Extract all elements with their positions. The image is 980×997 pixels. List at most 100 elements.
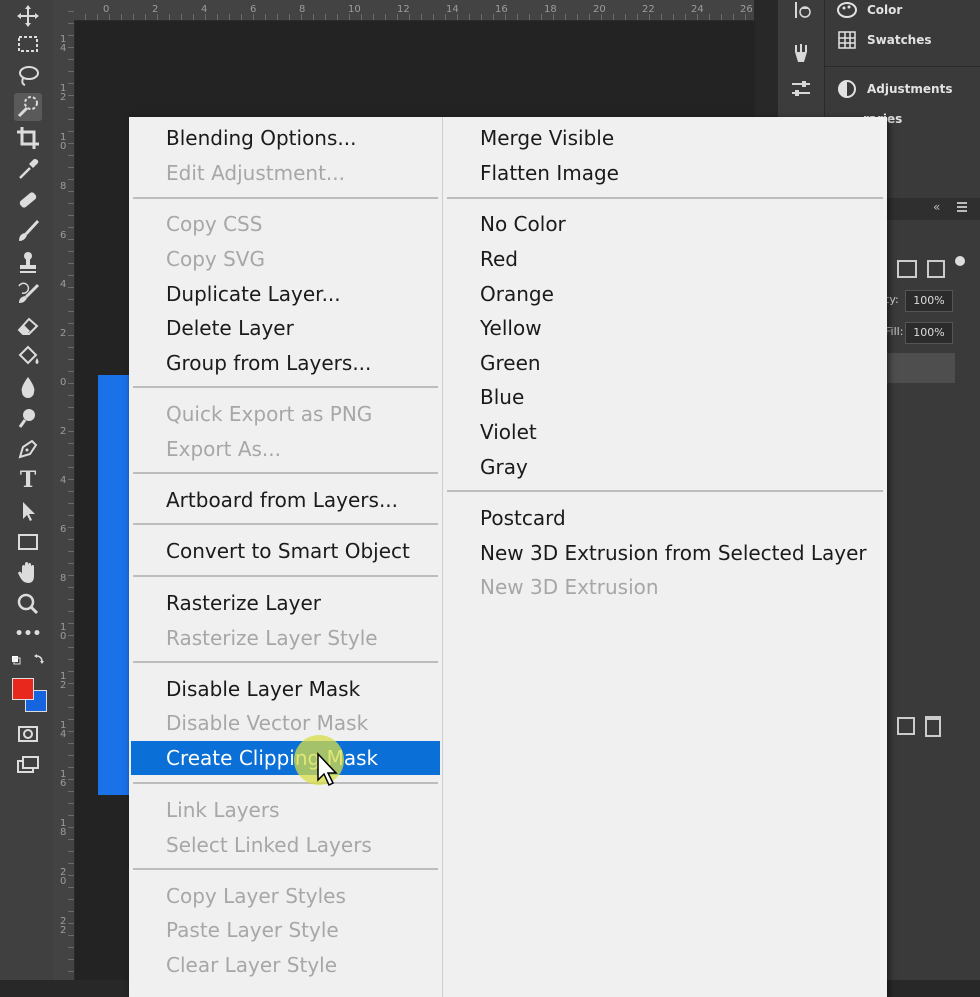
crop-tool-icon[interactable] bbox=[14, 124, 42, 152]
panel-menu-icon[interactable] bbox=[957, 202, 967, 204]
menu-item-violet[interactable]: Violet bbox=[443, 415, 887, 449]
ruler-tick-label: 26 bbox=[740, 4, 753, 15]
brush-tool-icon[interactable] bbox=[14, 217, 42, 245]
menu-item-blending-options[interactable]: Blending Options... bbox=[129, 121, 442, 155]
new-layer-icon[interactable] bbox=[897, 717, 915, 735]
blur-tool-icon[interactable] bbox=[14, 373, 42, 401]
adjustments-icon bbox=[838, 80, 856, 98]
adjustments-panel-label: Adjustments bbox=[867, 82, 953, 96]
menu-item-no-color[interactable]: No Color bbox=[443, 207, 887, 241]
clone-stamp-tool-icon[interactable] bbox=[14, 248, 42, 276]
properties-sliders-icon[interactable] bbox=[790, 78, 812, 100]
menu-item-select-linked-layers: Select Linked Layers bbox=[166, 833, 372, 857]
menu-left-column: Blending Options... Edit Adjustment... C… bbox=[129, 117, 442, 997]
history-icon[interactable] bbox=[790, 0, 812, 22]
menu-item-artboard-from-layers[interactable]: Artboard from Layers... bbox=[129, 483, 442, 517]
menu-item-flatten-image[interactable]: Flatten Image bbox=[443, 156, 887, 190]
ruler-tick-label: 18 bbox=[544, 4, 557, 15]
swap-colors-icon[interactable] bbox=[10, 652, 46, 668]
quick-mask-icon[interactable] bbox=[14, 720, 42, 748]
menu-item-new-3d-extrusion-from-selected-layer[interactable]: New 3D Extrusion from Selected Layer bbox=[443, 536, 887, 570]
ruler-tick-label: 8 bbox=[60, 573, 67, 584]
menu-item-blue[interactable]: Blue bbox=[443, 380, 887, 414]
screen-mode-icon[interactable] bbox=[14, 751, 42, 779]
dodge-tool-icon[interactable] bbox=[14, 404, 42, 432]
paint-bucket-tool-icon[interactable] bbox=[14, 342, 42, 370]
brush-settings-icon[interactable] bbox=[790, 42, 812, 64]
pen-tool-icon[interactable] bbox=[14, 435, 42, 463]
move-tool-icon[interactable] bbox=[14, 2, 42, 30]
ruler-tick-label: 14 bbox=[60, 720, 67, 740]
color-panel-tab[interactable]: Color bbox=[837, 0, 902, 20]
menu-item-green[interactable]: Green bbox=[443, 346, 887, 380]
collapse-panel-icon[interactable]: « bbox=[933, 200, 940, 214]
lasso-tool-icon[interactable] bbox=[14, 62, 42, 90]
menu-item-rasterize-layer[interactable]: Rasterize Layer bbox=[129, 586, 442, 620]
menu-right-column: Merge Visible Flatten Image No Color Red… bbox=[443, 117, 887, 997]
ruler-tick-label: 0 bbox=[60, 377, 67, 388]
history-brush-tool-icon[interactable] bbox=[14, 280, 42, 308]
menu-item-yellow[interactable]: Yellow bbox=[443, 311, 887, 345]
menu-item-merge-visible[interactable]: Merge Visible bbox=[443, 121, 887, 155]
ruler-tick-label: 8 bbox=[299, 4, 306, 15]
quick-selection-tool-icon[interactable] bbox=[14, 93, 42, 121]
menu-separator bbox=[133, 523, 438, 525]
menu-item-paste-layer-style: Paste Layer Style bbox=[166, 918, 339, 942]
menu-separator bbox=[133, 868, 438, 870]
rectangle-tool-icon[interactable] bbox=[14, 528, 42, 556]
menu-item-export-as: Export As... bbox=[166, 437, 281, 461]
more-tools-icon[interactable]: ••• bbox=[14, 620, 42, 648]
menu-separator bbox=[133, 782, 438, 784]
menu-item-postcard[interactable]: Postcard bbox=[443, 501, 887, 535]
ruler-tick-label: 4 bbox=[60, 279, 67, 290]
menu-separator bbox=[133, 386, 438, 388]
zoom-tool-icon[interactable] bbox=[14, 590, 42, 618]
opacity-row: ty: 100% bbox=[885, 290, 980, 312]
menu-separator bbox=[133, 472, 438, 474]
ruler-tick-label: 10 bbox=[348, 4, 361, 15]
menu-item-copy-css: Copy CSS bbox=[166, 212, 263, 236]
fill-input[interactable]: 100% bbox=[905, 322, 953, 344]
adjustments-panel-tab[interactable]: Adjustments bbox=[837, 79, 952, 99]
menu-item-copy-layer-styles: Copy Layer Styles bbox=[166, 884, 346, 908]
tools-panel: T ••• bbox=[0, 0, 55, 980]
eraser-tool-icon[interactable] bbox=[14, 311, 42, 339]
fill-row: Fill: 100% bbox=[885, 322, 980, 344]
ruler-tick-label: 16 bbox=[495, 4, 508, 15]
selected-layer-row[interactable] bbox=[885, 353, 955, 383]
eyedropper-tool-icon[interactable] bbox=[14, 155, 42, 183]
ruler-tick-label: 2 bbox=[60, 328, 67, 339]
blue-layer-shape[interactable] bbox=[98, 375, 130, 795]
ruler-tick-label: 10 bbox=[60, 132, 67, 152]
hand-tool-icon[interactable] bbox=[14, 559, 42, 587]
menu-item-disable-layer-mask[interactable]: Disable Layer Mask bbox=[129, 672, 442, 706]
menu-item-red[interactable]: Red bbox=[443, 242, 887, 276]
menu-item-disable-vector-mask: Disable Vector Mask bbox=[166, 711, 369, 735]
menu-item-gray[interactable]: Gray bbox=[443, 450, 887, 484]
menu-item-create-clipping-mask[interactable]: Create Clipping Mask bbox=[131, 741, 440, 775]
swatches-panel-tab[interactable]: Swatches bbox=[837, 30, 932, 50]
marquee-tool-icon[interactable] bbox=[14, 30, 42, 58]
menu-item-edit-adjustment: Edit Adjustment... bbox=[166, 161, 345, 185]
lock-artboard-icon[interactable] bbox=[897, 260, 917, 278]
path-selection-tool-icon[interactable] bbox=[14, 497, 42, 525]
panel-option-dot-icon[interactable] bbox=[955, 256, 965, 266]
menu-item-orange[interactable]: Orange bbox=[443, 277, 887, 311]
menu-item-rasterize-layer-style: Rasterize Layer Style bbox=[166, 626, 378, 650]
type-tool-icon[interactable]: T bbox=[14, 466, 42, 494]
fill-label: Fill: bbox=[885, 325, 904, 338]
menu-item-convert-to-smart-object[interactable]: Convert to Smart Object bbox=[129, 534, 442, 568]
ruler-tick-label: 4 bbox=[60, 475, 67, 486]
healing-brush-tool-icon[interactable] bbox=[14, 186, 42, 214]
delete-layer-icon[interactable] bbox=[925, 716, 941, 737]
menu-item-duplicate-layer[interactable]: Duplicate Layer... bbox=[129, 277, 442, 311]
ruler-tick-label: 4 bbox=[201, 4, 208, 15]
foreground-color-swatch[interactable] bbox=[12, 678, 34, 700]
menu-item-delete-layer[interactable]: Delete Layer bbox=[129, 311, 442, 345]
opacity-label: ty: bbox=[885, 293, 899, 306]
ruler-tick-label: 6 bbox=[250, 4, 257, 15]
menu-item-group-from-layers[interactable]: Group from Layers... bbox=[129, 346, 442, 380]
lock-all-icon[interactable] bbox=[927, 260, 945, 278]
ruler-tick-label: 20 bbox=[60, 867, 67, 887]
opacity-input[interactable]: 100% bbox=[905, 290, 953, 312]
